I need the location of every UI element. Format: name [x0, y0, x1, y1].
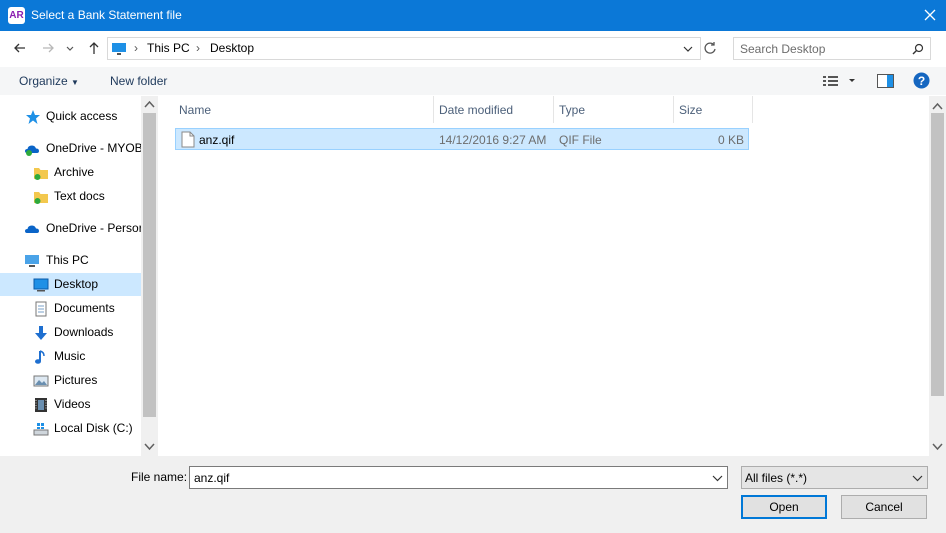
- up-arrow-icon: [89, 42, 99, 54]
- organize-button[interactable]: Organize ▼: [19, 74, 79, 88]
- desktop-icon: [33, 278, 49, 292]
- recent-locations-button[interactable]: [63, 38, 77, 58]
- chevron-down-icon[interactable]: [682, 43, 694, 55]
- file-row[interactable]: anz.qif 14/12/2016 9:27 AM QIF File 0 KB: [175, 128, 749, 150]
- music-icon: [35, 350, 45, 364]
- column-header-type[interactable]: Type: [554, 96, 674, 123]
- cancel-button[interactable]: Cancel: [841, 495, 927, 519]
- new-folder-button[interactable]: New folder: [110, 74, 167, 88]
- videos-icon: [35, 398, 47, 412]
- file-type: QIF File: [559, 133, 602, 147]
- caret-down-icon: ▼: [71, 78, 79, 87]
- sidebar-item-this-pc[interactable]: This PC: [0, 249, 141, 272]
- close-icon: [924, 9, 936, 21]
- file-list: Name Date modified Type Size anz.qif 14/…: [158, 96, 929, 456]
- sidebar-item-downloads[interactable]: Downloads: [0, 321, 141, 344]
- sidebar-item-quick-access[interactable]: Quick access: [0, 105, 141, 128]
- file-name-value: anz.qif: [194, 471, 230, 485]
- forward-button[interactable]: [38, 38, 58, 58]
- refresh-icon[interactable]: [702, 40, 718, 56]
- svg-text:?: ?: [918, 74, 925, 88]
- search-icon: [912, 43, 924, 55]
- sidebar-item-onedrive-personal[interactable]: OneDrive - Persor: [0, 217, 141, 240]
- folder-icon: [34, 192, 48, 204]
- onedrive-icon: [25, 225, 39, 233]
- open-button[interactable]: Open: [741, 495, 827, 519]
- search-input[interactable]: Search Desktop: [733, 37, 931, 60]
- sidebar-item-archive[interactable]: Archive: [0, 161, 141, 184]
- sidebar-item-desktop[interactable]: Desktop: [0, 273, 141, 296]
- sidebar-item-music[interactable]: Music: [0, 345, 141, 368]
- view-options-icon[interactable]: [823, 75, 857, 87]
- star-icon: [26, 110, 40, 124]
- chevron-down-icon[interactable]: [712, 473, 723, 484]
- computer-icon: [25, 255, 39, 267]
- title-bar: AR Select a Bank Statement file: [0, 0, 946, 31]
- breadcrumb-desktop[interactable]: Desktop: [210, 41, 254, 55]
- scroll-down-icon: [144, 443, 155, 451]
- file-type-filter-value: All files (*.*): [745, 471, 808, 485]
- column-header-date-modified[interactable]: Date modified: [434, 96, 554, 123]
- breadcrumb-this-pc[interactable]: This PC: [147, 41, 190, 55]
- address-bar[interactable]: › This PC › Desktop: [107, 37, 701, 60]
- file-name-input[interactable]: anz.qif: [189, 466, 728, 489]
- command-bar: Organize ▼ New folder ?: [0, 67, 946, 95]
- column-header-size[interactable]: Size: [674, 96, 753, 123]
- scroll-thumb[interactable]: [143, 113, 156, 417]
- folder-icon: [34, 168, 48, 180]
- sidebar-item-local-disk[interactable]: Local Disk (C:): [0, 417, 141, 440]
- file-date-modified: 14/12/2016 9:27 AM: [439, 133, 547, 147]
- file-type-filter[interactable]: All files (*.*): [741, 466, 928, 489]
- onedrive-icon: [25, 145, 39, 156]
- back-button[interactable]: [10, 38, 30, 58]
- scroll-up-icon: [932, 102, 943, 110]
- dialog-footer: File name: anz.qif All files (*.*) Open …: [0, 456, 946, 533]
- scroll-down-icon: [932, 443, 943, 451]
- sidebar-item-text-docs[interactable]: Text docs: [0, 185, 141, 208]
- disk-icon: [33, 423, 49, 436]
- window-title: Select a Bank Statement file: [31, 8, 182, 22]
- file-name-label: File name:: [131, 470, 188, 484]
- sidebar-item-videos[interactable]: Videos: [0, 393, 141, 416]
- documents-icon: [35, 301, 47, 317]
- file-list-scrollbar[interactable]: [929, 96, 946, 456]
- file-size: 0 KB: [717, 133, 744, 147]
- preview-pane-icon[interactable]: [877, 74, 894, 88]
- sidebar-item-pictures[interactable]: Pictures: [0, 369, 141, 392]
- chevron-down-icon: [66, 46, 74, 51]
- scroll-thumb[interactable]: [931, 113, 944, 396]
- file-icon: [181, 131, 195, 148]
- column-header-name[interactable]: Name: [174, 96, 434, 123]
- chevron-down-icon: [912, 475, 923, 482]
- help-icon[interactable]: ?: [913, 72, 930, 89]
- navigation-pane-scrollbar[interactable]: [141, 96, 158, 456]
- navigation-pane: Quick access OneDrive - MYOB Archive Tex…: [0, 96, 141, 456]
- app-icon: AR: [8, 7, 25, 24]
- up-button[interactable]: [84, 38, 104, 58]
- back-arrow-icon: [14, 43, 25, 53]
- pictures-icon: [33, 375, 49, 387]
- close-button[interactable]: [914, 0, 946, 31]
- search-placeholder: Search Desktop: [740, 42, 826, 56]
- scroll-up-icon: [144, 100, 155, 108]
- forward-arrow-icon: [43, 43, 54, 53]
- file-name: anz.qif: [199, 133, 235, 147]
- sidebar-item-documents[interactable]: Documents: [0, 297, 141, 320]
- download-icon: [35, 326, 47, 340]
- sidebar-item-onedrive-myob[interactable]: OneDrive - MYOB: [0, 137, 141, 160]
- computer-icon: [112, 43, 126, 55]
